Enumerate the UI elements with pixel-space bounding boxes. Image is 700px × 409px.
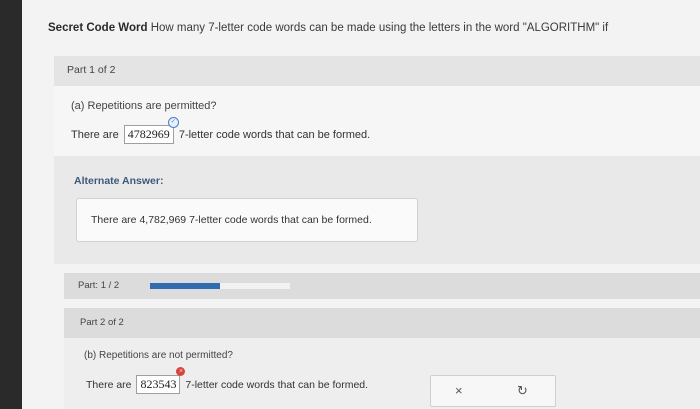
retry-icon[interactable]: ↻ — [517, 383, 528, 399]
alternate-answer-box: There are 4,782,969 7-letter code words … — [76, 198, 418, 242]
progress-fill — [150, 283, 220, 289]
part1-answer-input[interactable]: 4782969 ✓ — [123, 117, 179, 144]
part2-answer-line: There are 823543 × 7-letter code words t… — [86, 367, 369, 394]
part1-subquestion: (a) Repetitions are permitted? — [71, 100, 217, 112]
part2-answer-suffix: 7-letter code words that can be formed. — [185, 379, 369, 391]
part1-answer-value: 4782969 — [127, 127, 170, 141]
part2-subquestion: (b) Repetitions are not permitted? — [84, 350, 233, 361]
answer-toolbox: × ↻ — [430, 375, 556, 407]
part2-header: Part 2 of 2 — [64, 308, 700, 338]
clear-icon[interactable]: × — [455, 383, 463, 398]
question-body: How many 7-letter code words can be made… — [150, 22, 609, 34]
alternate-answer-block: Alternate Answer: There are 4,782,969 7-… — [54, 156, 700, 264]
part1-answer-prefix: There are — [71, 129, 119, 141]
left-edge-strip — [0, 0, 22, 409]
part-progress: Part: 1 / 2 — [64, 273, 700, 299]
part2-answer-value: 823543 — [140, 377, 177, 391]
alternate-answer-title: Alternate Answer: — [74, 175, 164, 187]
progress-label: Part: 1 / 2 — [78, 280, 120, 291]
question-text: Secret Code Word How many 7-letter code … — [48, 22, 608, 34]
question-title: Secret Code Word — [48, 22, 148, 34]
part1-question-block: (a) Repetitions are permitted? There are… — [54, 86, 700, 156]
alternate-answer-text: There are 4,782,969 7-letter code words … — [91, 214, 372, 226]
part1-answer-suffix: 7-letter code words that can be formed. — [178, 129, 371, 141]
part2-header-label: Part 2 of 2 — [80, 317, 124, 328]
progress-track — [150, 283, 290, 289]
part1-header: Part 1 of 2 — [54, 56, 700, 86]
incorrect-mark-icon: × — [176, 367, 186, 376]
question-page: Secret Code Word How many 7-letter code … — [22, 0, 700, 409]
part2-question-block: (b) Repetitions are not permitted? There… — [64, 338, 700, 409]
part1-header-label: Part 1 of 2 — [67, 64, 116, 76]
part2-answer-prefix: There are — [86, 379, 132, 391]
part1-answer-line: There are 4782969 ✓ 7-letter code words … — [71, 117, 371, 144]
part2-answer-input[interactable]: 823543 × — [136, 367, 186, 394]
correct-mark-icon: ✓ — [167, 117, 179, 128]
